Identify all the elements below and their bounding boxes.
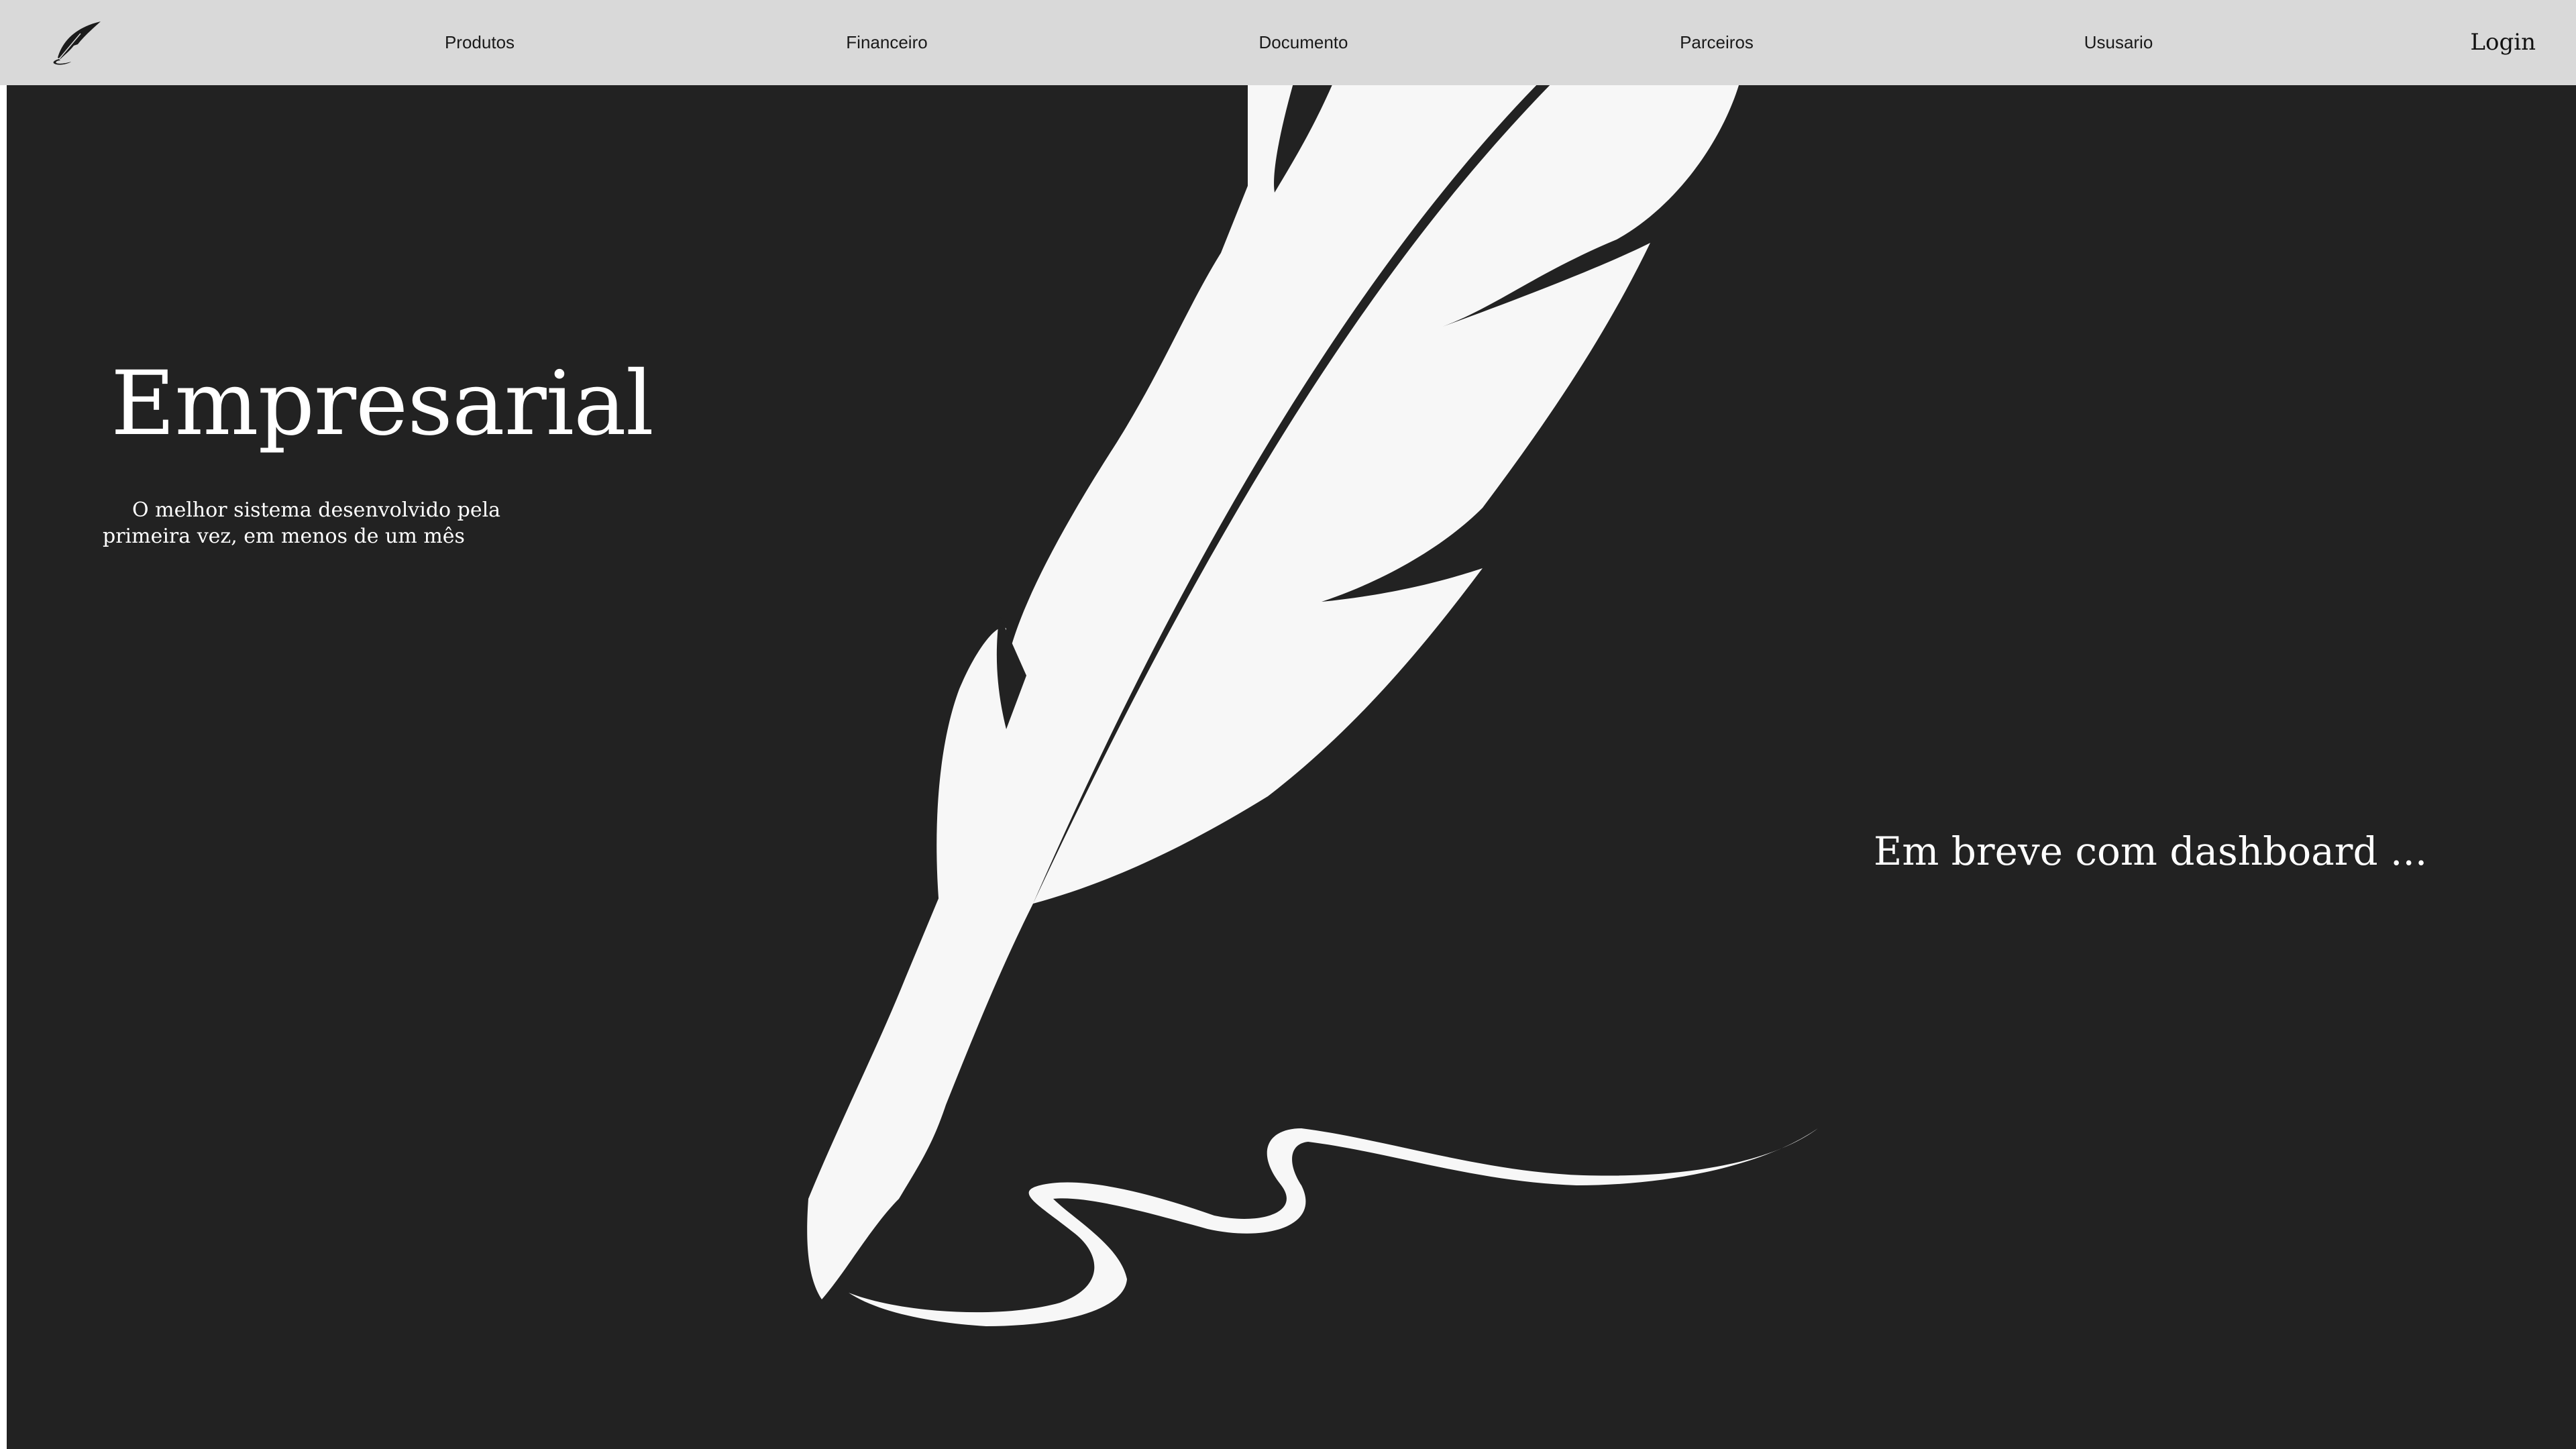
hero-title: Empresarial — [111, 352, 654, 455]
nav-item-ususario[interactable]: Ususario — [2084, 0, 2153, 85]
nav-item-parceiros[interactable]: Parceiros — [1680, 0, 1754, 85]
hero-section: Empresarial O melhor sistema desenvolvid… — [7, 85, 2576, 1449]
feather-shaft — [807, 897, 1033, 1299]
signature-swirl — [849, 1128, 1818, 1326]
top-navbar: Produtos Financeiro Documento Parceiros … — [0, 0, 2576, 85]
nav-item-produtos[interactable]: Produtos — [445, 0, 515, 85]
coming-soon-text: Em breve com dashboard ... — [1874, 828, 2428, 874]
quill-logo-icon[interactable] — [50, 19, 105, 67]
hero-subtitle: O melhor sistema desenvolvido pela prime… — [103, 498, 501, 548]
feather-vane — [936, 85, 1739, 907]
landing-page: Produtos Financeiro Documento Parceiros … — [0, 0, 2576, 1449]
quill-feather-illustration — [807, 85, 1818, 1326]
login-link[interactable]: Login — [2470, 0, 2536, 85]
nav-item-documento[interactable]: Documento — [1259, 0, 1348, 85]
nav-item-financeiro[interactable]: Financeiro — [846, 0, 927, 85]
